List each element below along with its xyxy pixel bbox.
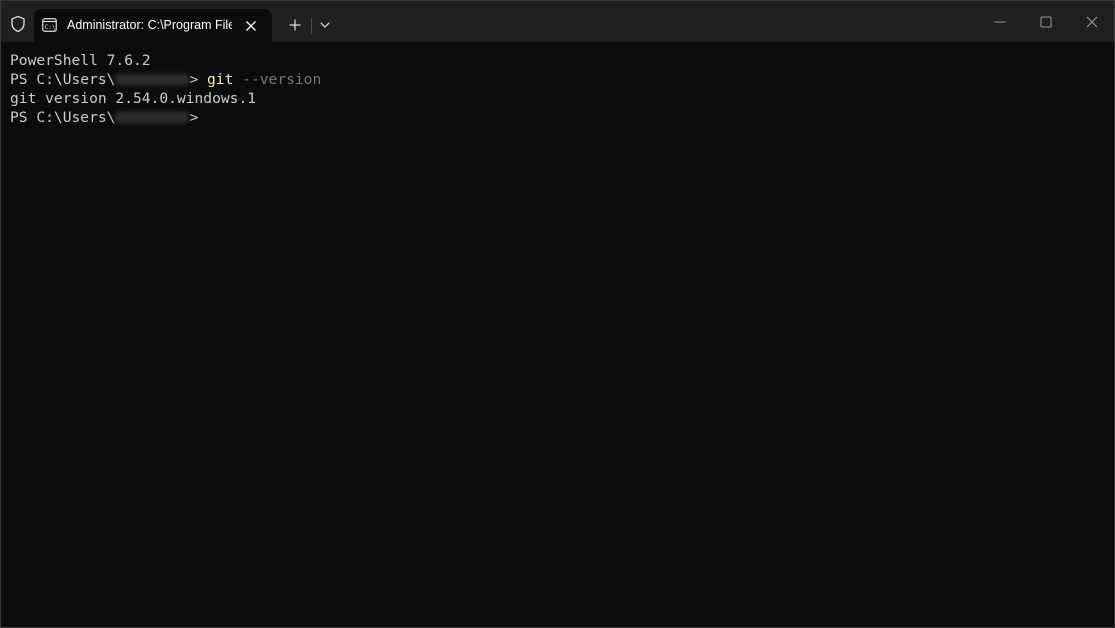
terminal-line: PS C:\Users\ > bbox=[10, 108, 1114, 127]
title-bar[interactable]: C:\ Administrator: C:\Program Files\Powe… bbox=[1, 1, 1114, 42]
tab-dropdown-button[interactable] bbox=[313, 12, 337, 38]
tab-powershell[interactable]: C:\ Administrator: C:\Program Files\Powe… bbox=[34, 9, 272, 42]
banner-text: PowerShell 7.6.2 bbox=[10, 52, 151, 69]
terminal-window: C:\ Administrator: C:\Program Files\Powe… bbox=[0, 0, 1115, 628]
minimize-icon bbox=[994, 21, 1006, 22]
close-icon[interactable] bbox=[243, 18, 259, 34]
prompt-gt: > bbox=[189, 109, 199, 126]
command-output: git version 2.54.0.windows.1 bbox=[10, 90, 257, 107]
terminal-line: PowerShell 7.6.2 bbox=[10, 51, 1114, 70]
maximize-icon bbox=[1040, 16, 1052, 27]
chevron-down-icon bbox=[320, 22, 330, 28]
redacted-username bbox=[115, 74, 190, 85]
tab-divider bbox=[311, 18, 312, 34]
close-window-button[interactable] bbox=[1069, 1, 1114, 42]
tab-title: Administrator: C:\Program Files\PowerShe… bbox=[67, 18, 232, 32]
terminal-icon: C:\ bbox=[42, 18, 57, 32]
prompt-gt: > bbox=[189, 71, 208, 88]
plus-icon bbox=[289, 19, 301, 31]
new-tab-button[interactable] bbox=[281, 12, 309, 38]
svg-text:C:\: C:\ bbox=[45, 24, 56, 31]
maximize-button[interactable] bbox=[1023, 1, 1069, 42]
command: git bbox=[207, 71, 234, 88]
command-parameter: --version bbox=[242, 71, 322, 88]
shield-icon bbox=[9, 15, 27, 33]
close-icon bbox=[1086, 16, 1098, 27]
terminal-output[interactable]: PowerShell 7.6.2 PS C:\Users\ > git --ver… bbox=[1, 42, 1114, 627]
terminal-line: PS C:\Users\ > git --version bbox=[10, 70, 1114, 89]
terminal-line: git version 2.54.0.windows.1 bbox=[10, 89, 1114, 108]
minimize-button[interactable] bbox=[977, 1, 1023, 42]
prompt: PS C:\Users\ bbox=[10, 71, 116, 88]
redacted-username bbox=[115, 112, 190, 123]
prompt: PS C:\Users\ bbox=[10, 109, 116, 126]
